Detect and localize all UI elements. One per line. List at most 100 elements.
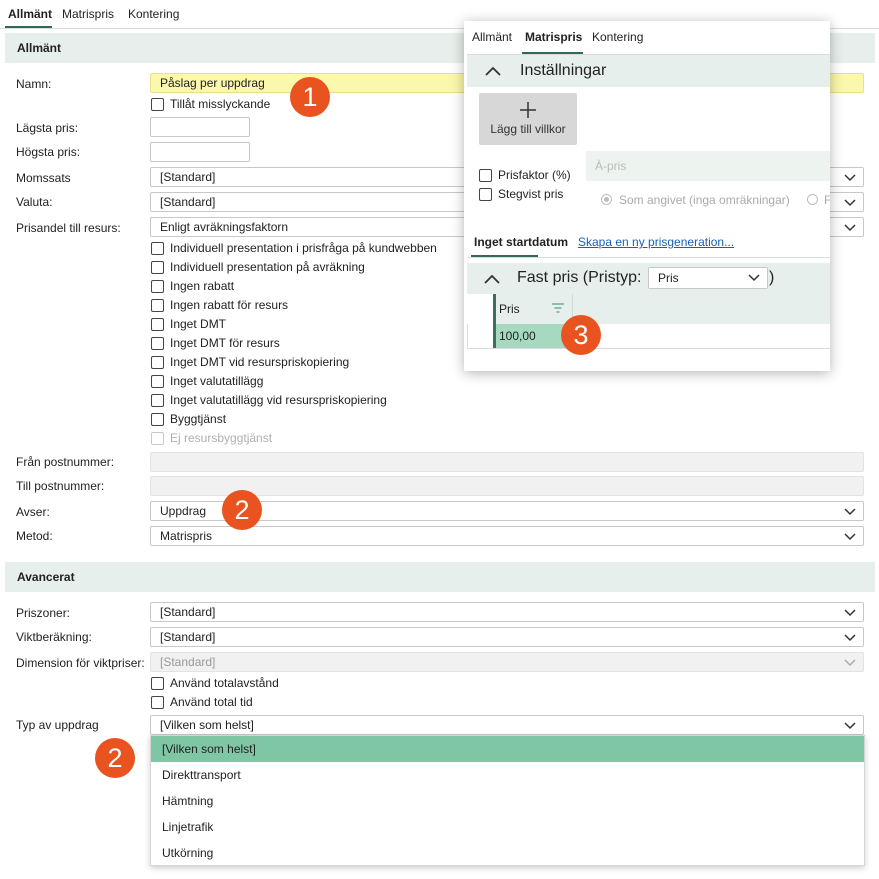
section-header-avancerat: Avancerat bbox=[5, 562, 875, 592]
typ-av-uppdrag-value: [Vilken som helst] bbox=[160, 718, 254, 732]
dropdown-option[interactable]: Utkörning bbox=[151, 840, 864, 866]
typ-av-uppdrag-select[interactable]: [Vilken som helst] bbox=[150, 715, 864, 735]
dimension-value: [Standard] bbox=[160, 655, 216, 669]
dimension-label: Dimension för viktpriser: bbox=[16, 656, 145, 670]
checkbox-ej-resursbyggtjanst: Ej resursbyggtjänst bbox=[151, 431, 272, 445]
hogsta-pris-label: Högsta pris: bbox=[16, 145, 81, 159]
checkbox-ingen-rabatt-resurs[interactable]: Ingen rabatt för resurs bbox=[151, 298, 288, 312]
popup-tab-allmant[interactable]: Allmänt bbox=[472, 30, 512, 44]
checkbox-label: Byggtjänst bbox=[170, 412, 227, 426]
metod-select[interactable]: Matrispris bbox=[150, 526, 864, 546]
checkbox-label: Inget DMT vid resurspriskopiering bbox=[170, 355, 350, 369]
prisfaktor-checkbox[interactable]: Prisfaktor (%) bbox=[479, 168, 571, 182]
checkbox-box[interactable] bbox=[151, 676, 164, 690]
checkbox-box[interactable] bbox=[151, 241, 164, 255]
checkbox-label: Tillåt misslyckande bbox=[170, 97, 271, 111]
hogsta-pris-input[interactable] bbox=[150, 142, 250, 162]
checkbox-individuell-avrakning[interactable]: Individuell presentation på avräkning bbox=[151, 260, 365, 274]
prisandel-label: Prisandel till resurs: bbox=[16, 221, 121, 235]
checkbox-box[interactable] bbox=[479, 187, 492, 201]
checkbox-box[interactable] bbox=[151, 355, 164, 369]
checkbox-inget-dmt[interactable]: Inget DMT bbox=[151, 317, 226, 331]
chevron-down-icon bbox=[844, 508, 856, 516]
checkbox-label: Ej resursbyggtjänst bbox=[170, 431, 273, 445]
checkbox-byggtjanst[interactable]: Byggtjänst bbox=[151, 412, 226, 426]
viktberakning-label: Viktberäkning: bbox=[16, 630, 92, 644]
dropdown-option[interactable]: Direkttransport bbox=[151, 762, 864, 788]
subtab-inget-startdatum[interactable]: Inget startdatum bbox=[474, 235, 568, 249]
chevron-up-icon[interactable] bbox=[484, 274, 500, 284]
checkbox-box[interactable] bbox=[151, 393, 164, 407]
checkbox-box[interactable] bbox=[151, 695, 164, 709]
checkbox-box[interactable] bbox=[151, 374, 164, 388]
dimension-select: [Standard] bbox=[150, 652, 864, 672]
chevron-down-icon bbox=[844, 174, 856, 182]
filter-icon[interactable] bbox=[552, 303, 564, 313]
checkbox-box[interactable] bbox=[151, 97, 164, 111]
fast-pris-close-paren: ) bbox=[769, 269, 775, 286]
checkbox-label: Prisfaktor (%) bbox=[498, 168, 571, 182]
checkbox-box bbox=[151, 431, 164, 445]
grid-header bbox=[494, 294, 830, 324]
dropdown-option[interactable]: Hämtning bbox=[151, 788, 864, 814]
som-angivet-label: Som angivet (inga omräkningar) bbox=[619, 193, 790, 207]
checkbox-inget-valutatillagg[interactable]: Inget valutatillägg bbox=[151, 374, 263, 388]
radio-som-angivet bbox=[601, 194, 612, 205]
chevron-down-icon bbox=[748, 274, 760, 282]
checkbox-individuell-kundwebb[interactable]: Individuell presentation i prisfråga på … bbox=[151, 241, 437, 255]
checkbox-label: Stegvist pris bbox=[498, 187, 564, 201]
dropdown-option[interactable]: Linjetrafik bbox=[151, 814, 864, 840]
tab-matrispris[interactable]: Matrispris bbox=[62, 7, 114, 21]
popup-tab-matrispris[interactable]: Matrispris bbox=[525, 30, 582, 44]
tab-allmant[interactable]: Allmänt bbox=[8, 7, 52, 21]
tab-kontering[interactable]: Kontering bbox=[128, 7, 179, 21]
checkbox-label: Individuell presentation i prisfråga på … bbox=[170, 241, 437, 255]
callout-badge-3: 3 bbox=[561, 315, 601, 355]
checkbox-box[interactable] bbox=[151, 298, 164, 312]
add-condition-button[interactable]: Lägg till villkor bbox=[479, 93, 577, 145]
priszoner-select[interactable]: [Standard] bbox=[150, 602, 864, 622]
pristyp-select[interactable]: Pris bbox=[648, 267, 768, 289]
viktberakning-select[interactable]: [Standard] bbox=[150, 627, 864, 647]
plus-icon bbox=[520, 102, 536, 118]
checkbox-box[interactable] bbox=[479, 168, 492, 182]
avser-label: Avser: bbox=[16, 505, 50, 519]
installningar-title: Inställningar bbox=[520, 62, 607, 79]
callout-badge-2: 2 bbox=[222, 490, 262, 530]
grid-left-border bbox=[467, 324, 468, 348]
checkbox-label: Individuell presentation på avräkning bbox=[170, 260, 365, 274]
checkbox-box[interactable] bbox=[151, 260, 164, 274]
metod-value: Matrispris bbox=[160, 529, 213, 543]
grid-column-pris[interactable]: Pris bbox=[499, 302, 520, 316]
till-postnummer-input bbox=[150, 476, 864, 496]
pristyp-value: Pris bbox=[658, 271, 679, 285]
checkbox-box[interactable] bbox=[151, 317, 164, 331]
stegvist-pris-checkbox[interactable]: Stegvist pris bbox=[479, 187, 563, 201]
dropdown-option[interactable]: [Vilken som helst] bbox=[151, 736, 864, 762]
fran-postnummer-label: Från postnummer: bbox=[16, 455, 115, 469]
namn-value: Påslag per uppdrag bbox=[160, 76, 265, 90]
checkbox-box[interactable] bbox=[151, 336, 164, 350]
radio-option-2-label: F bbox=[824, 193, 830, 207]
popup-tab-kontering[interactable]: Kontering bbox=[592, 30, 643, 44]
fran-postnummer-input bbox=[150, 452, 864, 472]
chevron-down-icon bbox=[844, 533, 856, 541]
checkbox-inget-dmt-kopiering[interactable]: Inget DMT vid resurspriskopiering bbox=[151, 355, 349, 369]
checkbox-inget-valutatillagg-kopiering[interactable]: Inget valutatillägg vid resurspriskopier… bbox=[151, 393, 387, 407]
lagsta-pris-input[interactable] bbox=[150, 117, 250, 137]
prisandel-value: Enligt avräkningsfaktorn bbox=[160, 220, 289, 234]
checkbox-label: Ingen rabatt bbox=[170, 279, 235, 293]
anvand-totalavstand-checkbox[interactable]: Använd totalavstånd bbox=[151, 676, 279, 690]
checkbox-box[interactable] bbox=[151, 412, 164, 426]
typ-av-uppdrag-dropdown: [Vilken som helst] Direkttransport Hämtn… bbox=[150, 735, 865, 866]
checkbox-ingen-rabatt[interactable]: Ingen rabatt bbox=[151, 279, 234, 293]
checkbox-box[interactable] bbox=[151, 279, 164, 293]
momssats-value: [Standard] bbox=[160, 170, 216, 184]
chevron-up-icon[interactable] bbox=[485, 66, 501, 76]
chevron-down-icon bbox=[844, 722, 856, 730]
matrispris-popup: Allmänt Matrispris Kontering Inställning… bbox=[464, 21, 830, 371]
skapa-prisgeneration-link[interactable]: Skapa en ny prisgeneration... bbox=[578, 235, 734, 249]
tillat-misslyckande-checkbox[interactable]: Tillåt misslyckande bbox=[151, 97, 270, 111]
anvand-total-tid-checkbox[interactable]: Använd total tid bbox=[151, 695, 253, 709]
checkbox-inget-dmt-resurs[interactable]: Inget DMT för resurs bbox=[151, 336, 280, 350]
